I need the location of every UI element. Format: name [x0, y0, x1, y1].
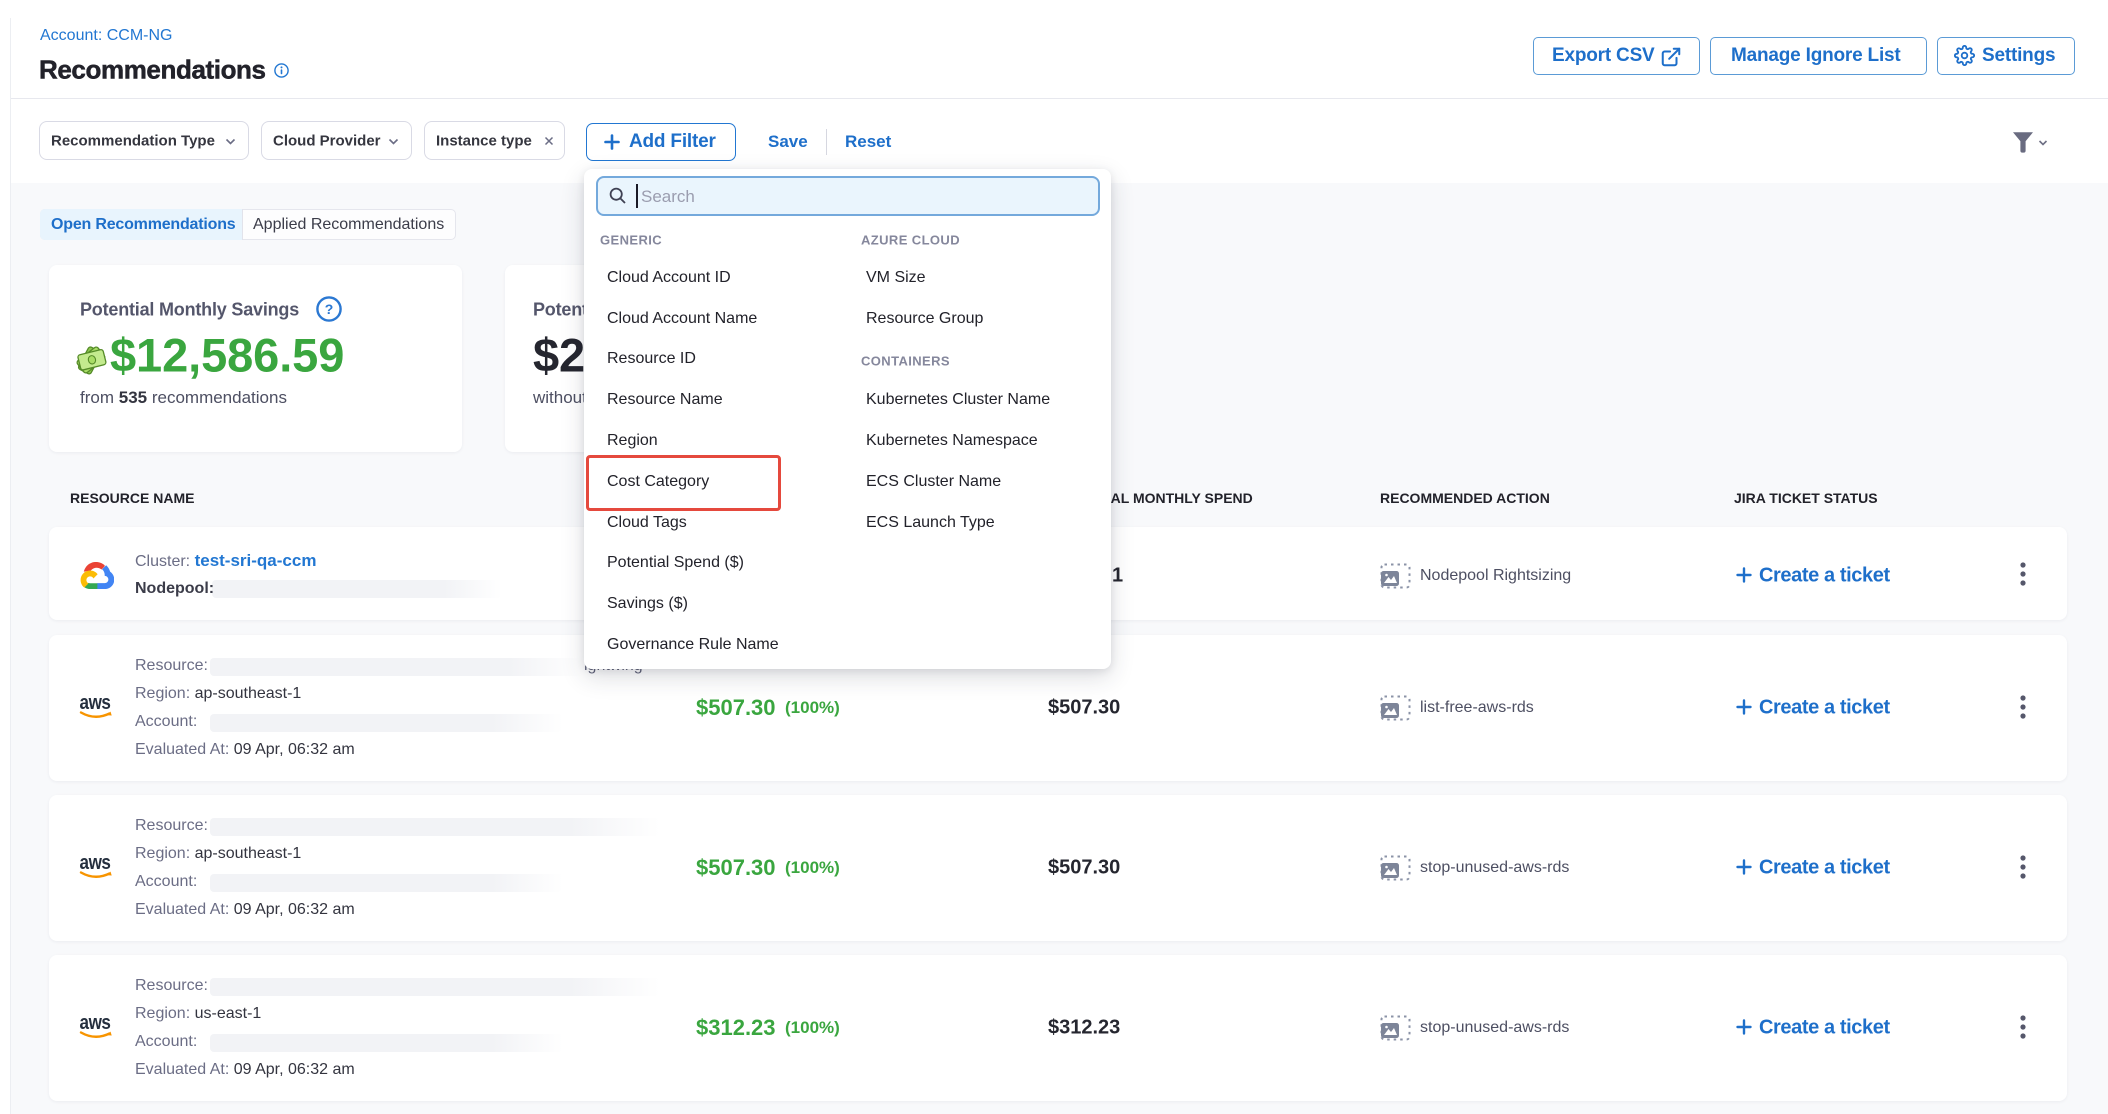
svg-text:aws: aws [80, 1014, 111, 1034]
svg-text:aws: aws [80, 854, 111, 874]
svg-text:aws: aws [80, 694, 111, 714]
svg-text:?: ? [325, 301, 334, 317]
